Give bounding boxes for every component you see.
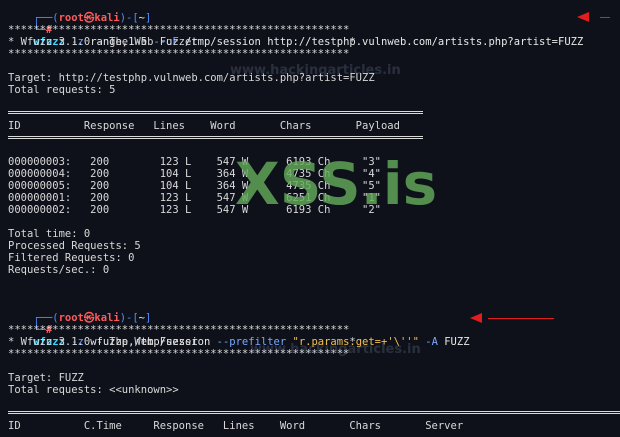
command-line-2[interactable]: └─# wfuzz -z wfuzzp,/tmp/session --prefi… — [8, 312, 469, 348]
total-requests-2: Total requests: <<unknown>> — [8, 384, 179, 396]
command-arg: FUZZ — [437, 336, 470, 348]
processed-requests: Processed Requests: 5 — [8, 240, 141, 252]
annotation-arrowhead — [470, 313, 482, 323]
target-line-2: Target: FUZZ — [8, 372, 84, 384]
table-rule-top-1 — [8, 111, 423, 114]
banner-stars: ****************************************… — [8, 24, 350, 36]
annotation-arrow — [600, 17, 610, 18]
annotation-arrow — [488, 318, 554, 319]
banner-stars: ****************************************… — [8, 324, 350, 336]
command-line-1[interactable]: └─# wfuzz -z range,1-5 --oF /tmp/session… — [8, 12, 583, 48]
command-arg: -A — [418, 336, 438, 348]
filtered-requests: Filtered Requests: 0 — [8, 252, 135, 264]
watermark-text: www.hackingarticles.in — [230, 63, 401, 78]
total-time: Total time: 0 — [8, 228, 91, 240]
watermark-logo: XSS.is — [235, 150, 438, 218]
requests-per-sec: Requests/sec.: 0 — [8, 264, 110, 276]
banner-stars: ****************************************… — [8, 48, 350, 60]
watermark-text: www.hackingarticles.in — [250, 342, 421, 357]
annotation-arrowhead — [577, 12, 589, 22]
table-rule-top-2 — [8, 411, 620, 414]
table-header-1: ID Response Lines Word Chars Payload — [8, 120, 400, 132]
total-requests-1: Total requests: 5 — [8, 84, 116, 96]
table-rule-bottom-1 — [8, 136, 423, 139]
banner-title: * Wfuzz 3.1.0 - The Web Fuzzer * — [8, 36, 356, 48]
prompt-line-2: ┌──(root㉿kali)-[~] — [33, 312, 152, 324]
prompt-line-1: ┌──(root㉿kali)-[~] — [33, 12, 152, 24]
table-header-2: ID C.Time Response Lines Word Chars Serv… — [8, 420, 464, 432]
